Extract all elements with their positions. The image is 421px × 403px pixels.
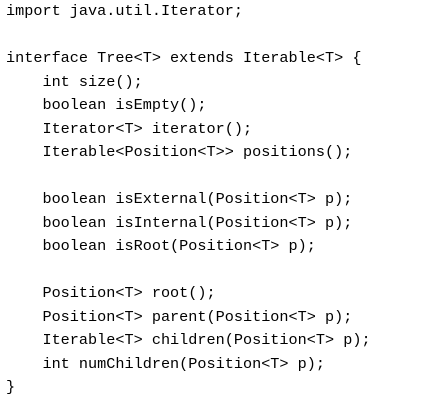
code-line-import: import java.util.Iterator; <box>6 2 243 20</box>
code-line-interface-declaration: interface Tree<T> extends Iterable<T> { <box>6 49 362 67</box>
code-line-is-root: boolean isRoot(Position<T> p); <box>6 237 316 255</box>
code-line-is-external: boolean isExternal(Position<T> p); <box>6 190 353 208</box>
code-line-size: int size(); <box>6 72 143 91</box>
code-line-closing-brace: } <box>6 378 16 396</box>
code-line-root: Position<T> root(); <box>6 284 216 302</box>
code-line-parent: Position<T> parent(Position<T> p); <box>6 307 353 326</box>
code-line-iterator: Iterator<T> iterator(); <box>6 119 253 138</box>
code-listing: import java.util.Iterator; interface Tree… <box>6 0 371 400</box>
code-line-num-children: int numChildren(Position<T> p); <box>6 354 325 373</box>
code-line-is-internal: boolean isInternal(Position<T> p); <box>6 213 353 232</box>
code-line-children: Iterable<T> children(Position<T> p); <box>6 331 371 349</box>
code-line-positions: Iterable<Position<T>> positions(); <box>6 143 353 161</box>
code-line-is-empty: boolean isEmpty(); <box>6 96 207 114</box>
